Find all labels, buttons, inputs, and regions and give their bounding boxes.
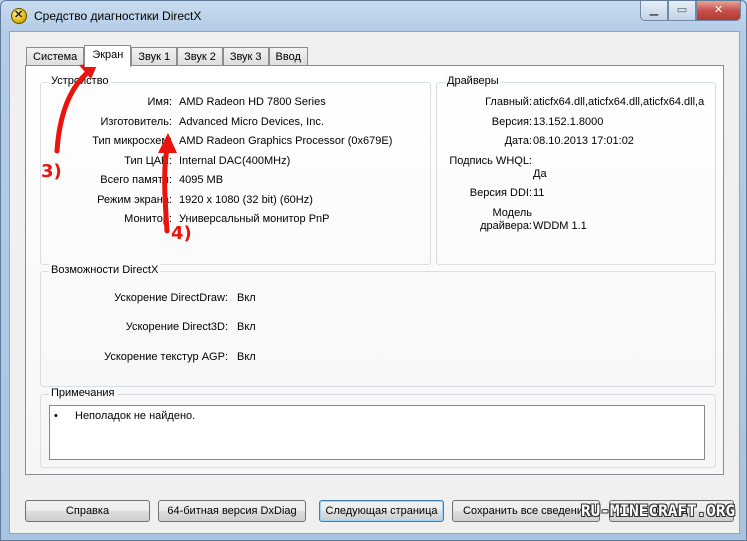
monitor-value: Универсальный монитор PnP [179,213,330,225]
manufacturer-label: Изготовитель: [100,116,173,128]
agp-value: Вкл [237,351,256,363]
close-button[interactable]: ✕ [696,1,741,21]
save-all-button[interactable]: Сохранить все сведения [452,500,600,522]
client-area: Система Экран Звук 1 Звук 2 Звук 3 Ввод … [9,31,740,534]
direct3d-value: Вкл [237,321,256,333]
next-page-button[interactable]: Следующая страница [319,500,444,522]
driver-date-label: Дата: [504,135,532,147]
window-controls: ▁ ▭ ✕ [640,1,741,21]
chip-type-label: Тип микросхем: [92,135,172,147]
drivers-group-title: Драйверы [445,75,501,87]
drivers-group: Драйверы Главный: aticfx64.dll,aticfx64.… [436,75,716,265]
dac-type-value: Internal DAC(400MHz) [179,155,291,167]
display-tab-panel: Устройство Имя: AMD Radeon HD 7800 Serie… [25,65,724,475]
device-name-label: Имя: [147,96,172,108]
chip-type-value: AMD Radeon Graphics Processor (0x679E) [179,135,393,147]
maximize-button[interactable]: ▭ [668,1,696,21]
directx-features-group: Возможности DirectX Ускорение DirectDraw… [40,264,716,387]
tab-strip: Система Экран Звук 1 Звук 2 Звук 3 Ввод [26,45,308,67]
display-mode-value: 1920 x 1080 (32 bit) (60Hz) [179,194,313,206]
window-title: Средство диагностики DirectX [34,9,202,23]
whql-value: Да [533,168,547,180]
notes-title: Примечания [49,387,117,399]
tab-sound-1[interactable]: Звук 1 [131,47,178,66]
display-mode-label: Режим экрана: [97,194,172,206]
tab-system[interactable]: Система [26,47,85,66]
ddi-version-value: 11 [533,187,545,199]
whql-label: Подпись WHQL: [449,155,532,167]
note-text: Неполадок не найдено. [75,410,196,422]
device-name-value: AMD Radeon HD 7800 Series [179,96,326,108]
driver-model-value: WDDM 1.1 [533,220,587,232]
notes-group: Примечания • Неполадок не найдено. [40,387,716,468]
notes-textbox[interactable]: • Неполадок не найдено. [49,405,705,460]
help-button[interactable]: Справка [25,500,150,522]
minimize-button[interactable]: ▁ [640,1,668,21]
total-memory-label: Всего памяти: [100,174,172,186]
directx-app-icon [11,8,27,24]
tab-input[interactable]: Ввод [268,47,308,66]
manufacturer-value: Advanced Micro Devices, Inc. [179,116,324,128]
note-bullet: • [54,410,58,422]
monitor-label: Монитор: [124,213,172,225]
driver-version-value: 13.152.1.8000 [533,116,604,128]
title-bar: Средство диагностики DirectX ▁ ▭ ✕ [1,1,746,31]
dxdiag-window: Средство диагностики DirectX ▁ ▭ ✕ Систе… [0,0,747,541]
agp-label: Ускорение текстур AGP: [104,351,228,363]
tab-sound-2[interactable]: Звук 2 [177,47,223,66]
total-memory-value: 4095 MB [179,174,224,186]
main-driver-value: aticfx64.dll,aticfx64.dll,aticfx64.dll,a [533,96,705,108]
dac-type-label: Тип ЦАП: [124,155,172,167]
ddi-version-label: Версия DDI: [469,187,532,199]
device-group-title: Устройство [49,75,111,87]
annotation-3: 3) [41,161,62,182]
annotation-4: 4) [171,223,192,244]
driver-model-label-line2: драйвера: [480,220,532,232]
driver-version-label: Версия: [491,116,532,128]
x64-dxdiag-button[interactable]: 64-битная версия DxDiag [158,500,306,522]
direct3d-label: Ускорение Direct3D: [125,321,228,333]
watermark: RU-MINECRAFT.ORG [581,501,736,520]
directdraw-label: Ускорение DirectDraw: [114,292,228,304]
device-group: Устройство Имя: AMD Radeon HD 7800 Serie… [40,75,431,265]
main-driver-label: Главный: [485,96,532,108]
directx-features-title: Возможности DirectX [49,264,161,276]
tab-display[interactable]: Экран [84,45,132,67]
driver-date-value: 08.10.2013 17:01:02 [533,135,634,147]
directdraw-value: Вкл [237,292,256,304]
tab-sound-3[interactable]: Звук 3 [222,47,269,66]
driver-model-label-line1: Модель [492,207,532,219]
